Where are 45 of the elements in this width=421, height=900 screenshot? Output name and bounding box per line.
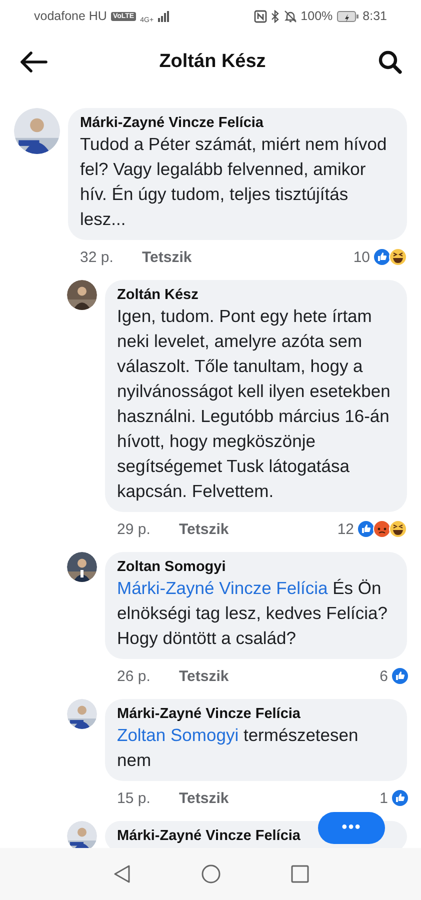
- bluetooth-icon: [270, 10, 280, 22]
- reaction-count: 12: [337, 520, 354, 538]
- like-reaction-icon: [391, 667, 409, 685]
- battery-percentage: 100%: [300, 9, 333, 23]
- like-button[interactable]: Tetszik: [179, 520, 229, 538]
- mention-link[interactable]: Márki-Zayné Vincze Felícia: [117, 578, 328, 598]
- comment-time: 32 p.: [80, 248, 114, 266]
- comment-author: Zoltán Kész: [117, 287, 200, 303]
- like-button[interactable]: Tetszik: [179, 790, 229, 806]
- page-title: Zoltán Kész: [159, 51, 266, 73]
- comment-time: 15 p.: [117, 790, 152, 806]
- comment-author: Márki-Zayné Vincze Felícia: [117, 828, 302, 844]
- like-reaction-icon: [391, 789, 409, 807]
- comment-time: 26 p.: [117, 668, 152, 684]
- laughing-reaction-icon: [389, 248, 407, 266]
- comment-text: Márki-Zayné Vincze Felícia És Ön elnökségi tag lesz, kedves Felícia? Hogy döntött a család?: [117, 577, 388, 650]
- comment-time: 29 p.: [117, 520, 152, 538]
- reaction-count: 1: [380, 790, 388, 806]
- signal-icon: [158, 10, 170, 22]
- nfc-icon: [254, 10, 267, 22]
- angry-reaction-icon: [373, 520, 391, 538]
- comment-text: Igen, tudom. Pont egy hete írtam neki levelet, amelyre azóta sem válaszolt. Tőle tanultam, hogy a nyilvánosságot kell ilyen esetekben használni. Legutóbb március 16-án hívott, hogy megköszönje segítségemet Tusk látogatása kapcsán. Felvettem.: [117, 305, 392, 503]
- muted-bell-icon: [284, 10, 297, 22]
- back-arrow-icon[interactable]: [18, 50, 48, 74]
- search-icon[interactable]: [377, 49, 403, 75]
- comment-author: Márki-Zayné Vincze Felícia: [117, 706, 302, 722]
- clock-time: 8:31: [362, 9, 387, 23]
- comment-author: Márki-Zayné Vincze Felícia: [80, 115, 264, 131]
- like-reaction-icon: [357, 520, 375, 538]
- like-button[interactable]: Tetszik: [179, 668, 229, 684]
- like-reaction-icon: [373, 248, 391, 266]
- reaction-count: 6: [380, 668, 388, 684]
- comment-text: Zoltan Somogyi természetesen nem: [117, 724, 360, 772]
- battery-icon: [336, 10, 359, 22]
- comment-author: Zoltan Somogyi: [117, 559, 227, 575]
- like-button[interactable]: Tetszik: [142, 248, 192, 266]
- mention-link[interactable]: Zoltan Somogyi: [117, 725, 239, 745]
- reaction-count: 10: [353, 248, 370, 266]
- laughing-reaction-icon: [389, 520, 407, 538]
- more-button[interactable]: •••: [318, 812, 385, 844]
- back-nav-icon[interactable]: [112, 864, 130, 884]
- recent-apps-icon[interactable]: [290, 865, 308, 883]
- home-nav-icon[interactable]: [200, 864, 220, 884]
- carrier-name: vodafone HU: [34, 9, 107, 23]
- comment-text: Tudod a Péter számát, miért nem hívod fel? Vagy legalább felvenned, amikor hív. Én úgy tudom, teljes tisztújítás lesz...: [80, 133, 388, 231]
